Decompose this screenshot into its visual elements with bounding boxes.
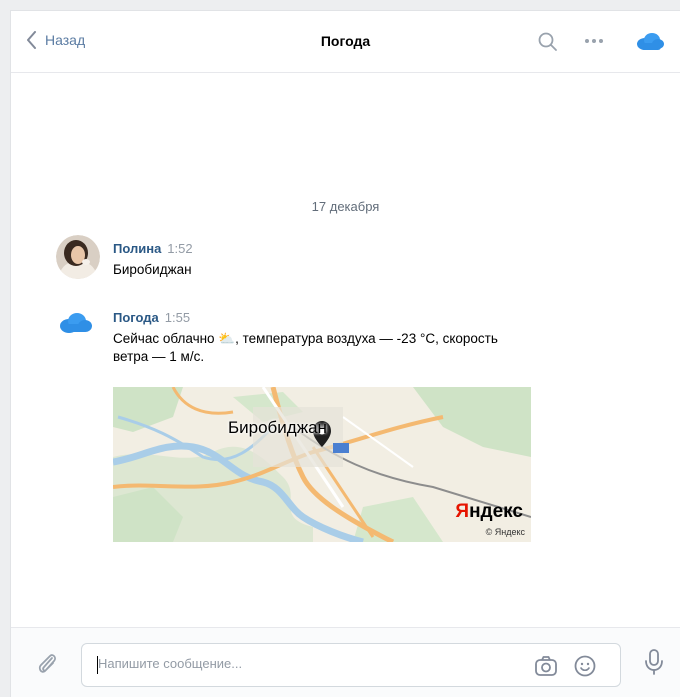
map-city-label: Биробиджан	[228, 418, 327, 437]
map-brand: Яндекс	[455, 501, 523, 523]
date-divider: 17 декабря	[311, 199, 380, 214]
message-composer	[11, 627, 680, 697]
chat-window: Назад Погода 17 декабря Полина 1:52 Биро…	[10, 10, 680, 697]
camera-icon[interactable]	[534, 655, 558, 677]
chat-header: Назад Погода	[11, 11, 680, 73]
cloud-avatar-icon[interactable]	[58, 310, 94, 336]
message-2: Погода 1:55 Сейчас облачно ⛅, температура…	[113, 309, 498, 366]
avatar[interactable]	[56, 235, 100, 279]
more-icon[interactable]	[584, 38, 604, 44]
message-time[interactable]: 1:52	[167, 241, 192, 256]
attach-icon[interactable]	[37, 652, 59, 676]
microphone-icon[interactable]	[644, 648, 664, 676]
map-attachment[interactable]: Биробиджан Яндекс © Яндекс	[113, 387, 531, 542]
message-text: Биробиджан	[113, 262, 192, 277]
cloud-avatar-icon[interactable]	[635, 30, 665, 52]
message-text-line-1: Сейчас облачно ⛅, температура воздуха — …	[113, 331, 498, 346]
message-author[interactable]: Полина	[113, 241, 161, 256]
map-copyright: © Яндекс	[485, 527, 525, 537]
page-title: Погода	[320, 33, 371, 49]
message-1: Полина 1:52 Биробиджан	[113, 240, 193, 279]
message-author[interactable]: Погода	[113, 310, 159, 325]
map-brand-text: Яндекс	[455, 501, 523, 522]
search-icon[interactable]	[538, 32, 558, 52]
emoji-icon[interactable]	[574, 655, 596, 677]
message-input-box[interactable]	[81, 643, 621, 687]
message-text-line-2: ветра — 1 м/с.	[113, 349, 205, 364]
message-input[interactable]	[98, 656, 518, 671]
message-time[interactable]: 1:55	[165, 310, 190, 325]
